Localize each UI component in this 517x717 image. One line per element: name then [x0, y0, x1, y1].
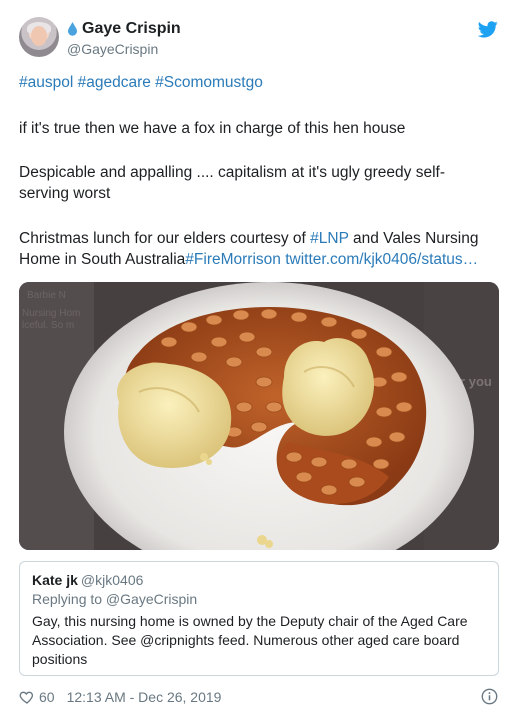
tweet-text-para-1: if it's true then we have a fox in charg… [19, 120, 406, 137]
hashtag-firemorrison-link[interactable]: #FireMorrison [185, 251, 281, 268]
author-display-name[interactable]: Gaye Crispin [82, 20, 181, 38]
tweet-text-para-3: Christmas lunch for our elders courtesy … [19, 228, 498, 270]
quoted-author-handle: @kjk0406 [80, 572, 144, 588]
quoted-tweet-text: Gay, this nursing home is owned by the D… [32, 613, 468, 667]
timestamp[interactable]: 12:13 AM - Dec 26, 2019 [67, 689, 222, 705]
quoted-author[interactable]: Kate jk @kjk0406 [32, 572, 143, 588]
tweet-photo[interactable]: Barbie N Nursing Hom lceful. So m ds for… [19, 282, 499, 550]
para-3-text-c: Home in South Australia [19, 251, 186, 268]
tweet-text-para-2-line-2: serving worst [19, 185, 111, 202]
plate-of-food-image [64, 282, 474, 550]
quoted-tweet[interactable]: Kate jk @kjk0406 Replying to @GayeCrispin… [19, 561, 499, 676]
para-3-text-a: Christmas lunch for our elders courtesy … [19, 230, 311, 247]
quoted-author-name: Kate jk [32, 572, 78, 588]
tweet-footer: 60 12:13 AM - Dec 26, 2019 [19, 688, 498, 706]
tweet-text-para-2: Despicable and appalling .... capitalism… [19, 162, 498, 204]
hashtags-line: #auspol #agedcare #Scomomustgo [19, 72, 498, 93]
tweet-card: Gaye Crispin @GayeCrispin #auspol #agedc… [0, 0, 517, 717]
hashtag-links[interactable]: #auspol #agedcare #Scomomustgo [19, 74, 263, 91]
author-handle[interactable]: @GayeCrispin [67, 41, 158, 57]
tweet-text-para-2-line-1: Despicable and appalling .... capitalism… [19, 164, 445, 181]
avatar[interactable] [19, 17, 59, 57]
para-3-text-b: and Vales Nursing [348, 230, 479, 247]
heart-icon[interactable] [19, 689, 35, 705]
hashtag-lnp-link[interactable]: #LNP [310, 230, 349, 247]
author-name-row[interactable]: Gaye Crispin [67, 20, 181, 38]
info-icon[interactable] [481, 688, 498, 705]
quoted-replying-to: Replying to @GayeCrispin [32, 591, 198, 607]
like-count[interactable]: 60 [39, 689, 55, 705]
water-drop-icon [68, 22, 77, 36]
quoted-status-link[interactable]: twitter.com/kjk0406/status… [281, 251, 478, 268]
twitter-bird-icon[interactable] [478, 21, 498, 38]
